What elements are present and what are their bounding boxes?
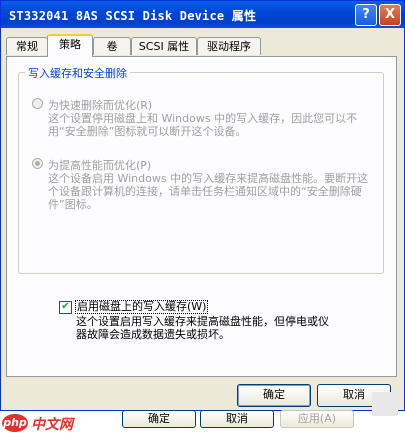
corner-decoration [372, 392, 398, 416]
write-cache-label: 启用磁盘上的写入缓存(W) [75, 300, 209, 314]
performance-radio[interactable] [32, 158, 43, 169]
policies-panel: 写入缓存和安全删除 为快速删除而优化(R) 这个设置停用磁盘上和 Windows… [6, 56, 397, 377]
background-cancel-button[interactable]: 取消 [200, 410, 274, 428]
write-cache-checkbox[interactable]: ✔ [59, 301, 72, 314]
watermark-text: 中文网 [31, 417, 73, 433]
tab-scsi-properties[interactable]: SCSI 属性 [131, 37, 197, 55]
watermark-logo: php [2, 414, 28, 432]
help-button[interactable]: ? [355, 4, 377, 26]
background-apply-button: 应用(A) [280, 410, 354, 428]
title-bar[interactable]: ST332041 8AS SCSI Disk Device 属性 ? X [1, 1, 404, 28]
close-button[interactable]: X [379, 4, 401, 26]
performance-description: 这个设备启用 Windows 中的写入缓存来提高磁盘性能。要断开这个设备跟计算机… [48, 172, 369, 211]
background-ok-button[interactable]: 确定 [122, 410, 196, 428]
window-title: ST332041 8AS SCSI Disk Device 属性 [9, 9, 257, 23]
quick-removal-radio[interactable] [32, 98, 43, 109]
tab-general[interactable]: 常规 [6, 37, 48, 55]
site-watermark: php 中文网 [2, 412, 86, 434]
performance-label: 为提高性能而优化(P) [48, 159, 152, 172]
tab-volumes[interactable]: 卷 [93, 37, 131, 55]
quick-removal-label: 为快速删除而优化(R) [48, 99, 153, 112]
ok-button[interactable]: 确定 [237, 384, 311, 407]
group-title: 写入缓存和安全删除 [25, 65, 130, 81]
write-cache-description: 这个设置启用写入缓存来提高磁盘性能，但停电或仪器故障会造成数据遗失或损坏。 [76, 315, 329, 341]
quick-removal-description: 这个设置停用磁盘上和 Windows 中的写入缓存，因此您可以不用“安全删除”图… [48, 112, 358, 138]
radio-selected-dot [35, 161, 40, 166]
tab-driver[interactable]: 驱动程序 [197, 37, 261, 55]
write-cache-group: 写入缓存和安全删除 为快速删除而优化(R) 这个设置停用磁盘上和 Windows… [18, 65, 384, 274]
tab-policies[interactable]: 策略 [47, 34, 93, 57]
properties-window: ST332041 8AS SCSI Disk Device 属性 ? X 常规 … [0, 0, 405, 411]
